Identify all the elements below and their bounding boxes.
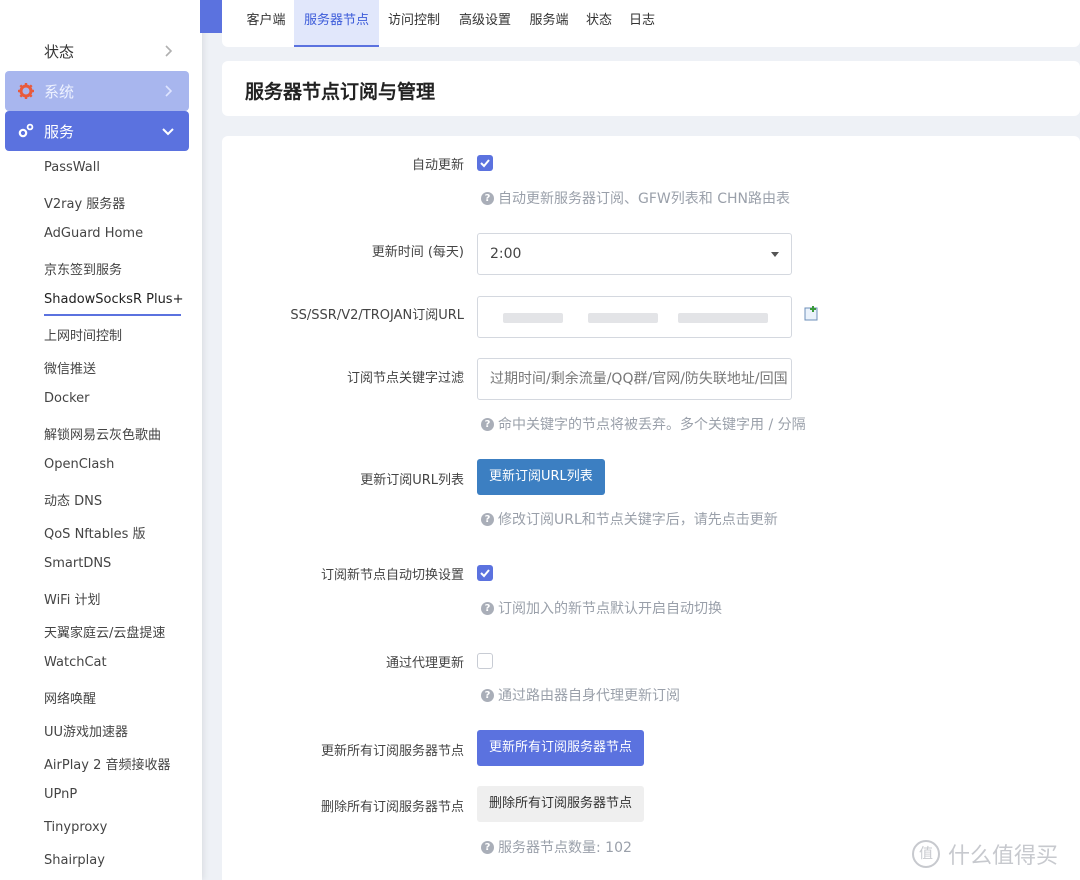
question-icon: ?	[481, 417, 494, 431]
chevron-right-icon	[159, 42, 177, 60]
menu-system-label: 系统	[44, 82, 75, 101]
sidebar-item-v2ray-server[interactable]: V2ray 服务器	[44, 193, 125, 212]
sidebar-item-shairplay[interactable]: Shairplay	[44, 853, 105, 868]
add-entry-icon[interactable]	[804, 306, 819, 321]
update-url-list-help: ? 修改订阅URL和节点关键字后，请先点击更新	[481, 509, 778, 529]
sidebar: 状态 系统 服务 PassWall V2ray 服务器 AdGuard Home…	[0, 0, 202, 880]
tab-client[interactable]: 客户端	[236, 0, 296, 47]
question-icon: ?	[481, 601, 494, 615]
update-time-select[interactable]: 2:00	[477, 233, 792, 275]
blurred-text	[503, 313, 563, 323]
sidebar-item-docker[interactable]: Docker	[44, 391, 90, 406]
auto-update-help-text: 自动更新服务器订阅、GFW列表和 CHN路由表	[498, 191, 790, 207]
auto-update-checkbox[interactable]	[477, 155, 493, 171]
header-accent	[200, 0, 222, 33]
keyword-filter-help-text: 命中关键字的节点将被丢弃。多个关键字用 / 分隔	[498, 417, 806, 433]
blurred-text	[678, 313, 768, 323]
question-icon: ?	[481, 840, 494, 854]
auto-switch-label: 订阅新节点自动切换设置	[320, 568, 464, 583]
tab-server[interactable]: 服务端	[522, 0, 576, 47]
menu-services[interactable]: 服务	[5, 111, 189, 151]
sidebar-item-airplay2[interactable]: AirPlay 2 音频接收器	[44, 754, 171, 773]
update-url-list-button[interactable]: 更新订阅URL列表	[477, 459, 605, 495]
chevron-right-icon	[159, 82, 177, 100]
tab-server-nodes[interactable]: 服务器节点	[294, 0, 379, 47]
delete-all-label: 删除所有订阅服务器节点	[320, 800, 464, 815]
auto-switch-checkbox[interactable]	[477, 565, 493, 581]
node-count-help: ? 服务器节点数量: 102	[481, 837, 632, 857]
question-icon: ?	[481, 512, 494, 526]
sidebar-item-tianyi-cloud[interactable]: 天翼家庭云/云盘提速	[44, 622, 165, 641]
update-all-label: 更新所有订阅服务器节点	[320, 744, 464, 759]
sidebar-item-shadowsocksr-plus[interactable]: ShadowSocksR Plus+	[44, 292, 183, 307]
keyword-filter-label: 订阅节点关键字过滤	[346, 371, 464, 386]
sidebar-item-watchcat[interactable]: WatchCat	[44, 655, 107, 670]
auto-update-label: 自动更新	[411, 158, 464, 173]
keyword-filter-value: 过期时间/剩余流量/QQ群/官网/防失联地址/回国	[490, 371, 788, 387]
sidebar-item-smartdns[interactable]: SmartDNS	[44, 556, 111, 571]
proxy-update-label: 通过代理更新	[385, 656, 464, 671]
update-time-label: 更新时间 (每天)	[371, 245, 464, 260]
tab-panel: 客户端 服务器节点 访问控制 高级设置 服务端 状态 日志	[222, 0, 1080, 47]
auto-switch-help-text: 订阅加入的新节点默认开启自动切换	[498, 601, 722, 617]
chevron-down-icon	[159, 122, 177, 140]
watermark: 值 什么值得买	[912, 838, 1058, 870]
auto-switch-help: ? 订阅加入的新节点默认开启自动切换	[481, 598, 722, 618]
sidebar-item-time-control[interactable]: 上网时间控制	[44, 325, 122, 344]
update-all-button[interactable]: 更新所有订阅服务器节点	[477, 730, 645, 766]
node-count-text: 服务器节点数量: 102	[498, 840, 632, 856]
form-card: 自动更新 ? 自动更新服务器订阅、GFW列表和 CHN路由表 更新时间 (每天)…	[222, 136, 1080, 880]
gear-icon	[17, 82, 35, 100]
title-card: 服务器节点订阅与管理	[222, 61, 1080, 116]
page-title: 服务器节点订阅与管理	[245, 81, 436, 103]
sidebar-item-wifi-schedule[interactable]: WiFi 计划	[44, 589, 100, 608]
sidebar-item-wake-on-lan[interactable]: 网络唤醒	[44, 688, 96, 707]
sidebar-item-uu-accelerator[interactable]: UU游戏加速器	[44, 721, 128, 740]
menu-services-label: 服务	[44, 122, 75, 141]
sidebar-item-upnp[interactable]: UPnP	[44, 787, 77, 802]
sidebar-item-tinyproxy[interactable]: Tinyproxy	[44, 820, 107, 835]
tab-log[interactable]: 日志	[623, 0, 661, 47]
keyword-filter-input[interactable]: 过期时间/剩余流量/QQ群/官网/防失联地址/回国	[477, 358, 792, 400]
sidebar-item-qos-nftables[interactable]: QoS Nftables 版	[44, 523, 145, 542]
question-icon: ?	[481, 688, 494, 702]
tab-status[interactable]: 状态	[581, 0, 617, 47]
menu-status-label: 状态	[44, 42, 75, 61]
sidebar-item-adguard-home[interactable]: AdGuard Home	[44, 226, 143, 241]
sidebar-item-jd-signin[interactable]: 京东签到服务	[44, 259, 122, 278]
sidebar-item-ddns[interactable]: 动态 DNS	[44, 490, 102, 509]
sidebar-item-unblock-netease[interactable]: 解锁网易云灰色歌曲	[44, 424, 161, 443]
update-url-list-help-text: 修改订阅URL和节点关键字后，请先点击更新	[498, 512, 778, 528]
tab-advanced-settings[interactable]: 高级设置	[452, 0, 518, 47]
update-url-list-label: 更新订阅URL列表	[360, 473, 464, 488]
menu-system[interactable]: 系统	[5, 71, 189, 111]
auto-update-help: ? 自动更新服务器订阅、GFW列表和 CHN路由表	[481, 188, 790, 208]
sub-url-label: SS/SSR/V2/TROJAN订阅URL	[290, 308, 464, 323]
watermark-text: 什么值得买	[948, 844, 1059, 869]
sub-url-input[interactable]	[477, 296, 792, 338]
delete-all-button[interactable]: 删除所有订阅服务器节点	[477, 786, 645, 822]
tab-access-control[interactable]: 访问控制	[381, 0, 447, 47]
proxy-update-help-text: 通过路由器自身代理更新订阅	[498, 688, 680, 704]
question-icon: ?	[481, 191, 494, 205]
sidebar-item-passwall[interactable]: PassWall	[44, 160, 100, 175]
sidebar-item-openclash[interactable]: OpenClash	[44, 457, 114, 472]
menu-status[interactable]: 状态	[5, 31, 189, 71]
proxy-update-checkbox[interactable]	[477, 653, 493, 669]
keyword-filter-help: ? 命中关键字的节点将被丢弃。多个关键字用 / 分隔	[481, 414, 806, 434]
active-item-underline	[44, 314, 181, 316]
sidebar-item-wechat-push[interactable]: 微信推送	[44, 358, 96, 377]
update-time-value: 2:00	[490, 246, 522, 262]
blurred-text	[588, 313, 658, 323]
watermark-logo: 值	[912, 840, 940, 868]
proxy-update-help: ? 通过路由器自身代理更新订阅	[481, 685, 680, 705]
caret-down-icon	[771, 252, 779, 257]
gears-icon	[17, 122, 35, 140]
